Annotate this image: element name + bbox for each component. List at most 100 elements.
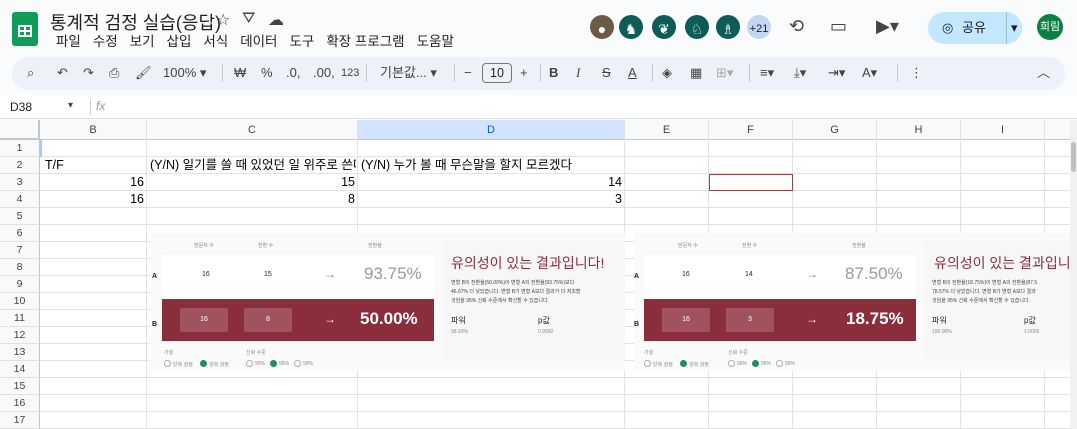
increase-decimal-button[interactable]: .00, [313, 64, 335, 82]
document-title[interactable]: 통계적 검정 실습(응답) [50, 9, 221, 35]
row-header[interactable]: 6 [0, 225, 40, 242]
collaborator-avatar[interactable]: ❦ [650, 13, 678, 41]
select-all-corner[interactable] [0, 120, 40, 140]
row-header[interactable]: 7 [0, 242, 40, 259]
confidence-99-radio[interactable] [776, 360, 783, 367]
row-header[interactable]: 3 [0, 174, 40, 191]
spreadsheet-grid[interactable]: B C D E F G H I 1 2 3 4 5 6 7 8 9 10 11 12 13 14 15 16 1… [0, 120, 1070, 429]
column-header-i[interactable]: I [961, 120, 1045, 140]
row-header[interactable]: 4 [0, 191, 40, 208]
one-tailed-radio[interactable] [164, 360, 171, 367]
redo-icon[interactable]: ↷ [83, 64, 94, 82]
cell-b3[interactable]: 16 [40, 174, 144, 191]
menu-extensions[interactable]: 확장 프로그램 [320, 33, 410, 51]
italic-icon[interactable]: I [576, 64, 580, 82]
move-icon[interactable]: ⛛ [242, 10, 255, 28]
bold-icon[interactable]: B [549, 64, 558, 82]
share-button[interactable]: ◎ 공유 ▾ [928, 12, 1022, 44]
search-menus-icon[interactable]: ⌕ [27, 64, 34, 82]
column-header-j[interactable] [1045, 120, 1070, 140]
column-header-e[interactable]: E [625, 120, 709, 140]
cloud-status-icon[interactable]: ☁ [268, 10, 284, 30]
row-header[interactable]: 1 [0, 140, 40, 157]
menu-tools[interactable]: 도구 [283, 33, 320, 51]
cell-b2[interactable]: T/F [45, 157, 64, 174]
strikethrough-icon[interactable]: S [602, 64, 611, 82]
row-header[interactable]: 2 [0, 157, 40, 174]
menu-format[interactable]: 서식 [197, 33, 234, 51]
collaborator-avatar[interactable]: ♞ [617, 13, 645, 41]
collaborator-avatar[interactable]: ● [588, 13, 616, 41]
decrease-decimal-button[interactable]: .0, [286, 64, 300, 82]
ab-test-image-2[interactable]: 방문자 수 전환 수 전환율 A 16 14 → 87.50% B 16 3 →… [634, 233, 1070, 371]
row-header[interactable]: 12 [0, 327, 40, 344]
vertical-scrollbar[interactable] [1070, 120, 1077, 429]
text-wrapping-icon[interactable]: ⇥▾ [828, 64, 845, 82]
vertical-align-icon[interactable]: ⤓▾ [794, 64, 806, 82]
highlighted-cell-f3[interactable] [709, 174, 793, 191]
fill-color-icon[interactable]: ◈ [662, 64, 672, 82]
row-header[interactable]: 13 [0, 344, 40, 361]
text-rotation-icon[interactable]: A▾ [862, 64, 877, 82]
row-header[interactable]: 14 [0, 361, 40, 378]
borders-icon[interactable]: ▦ [690, 64, 702, 82]
row-header[interactable]: 16 [0, 395, 40, 412]
meet-icon[interactable]: ▶▾ [876, 16, 899, 37]
row-header[interactable]: 8 [0, 259, 40, 276]
menu-data[interactable]: 데이터 [234, 33, 283, 51]
column-header-g[interactable]: G [793, 120, 877, 140]
column-header-c[interactable]: C [147, 120, 358, 140]
cell-b4[interactable]: 16 [40, 191, 144, 208]
ab-test-image-1[interactable]: 방문자 수 전환 수 전환율 A 16 15 → 93.75% B 16 8 →… [150, 233, 625, 371]
menu-help[interactable]: 도움말 [411, 33, 460, 51]
confidence-95-radio[interactable] [270, 360, 277, 367]
cell-d3[interactable]: 14 [358, 174, 622, 191]
name-box[interactable]: D38 [10, 100, 32, 114]
confidence-90-radio[interactable] [728, 360, 735, 367]
comment-icon[interactable]: ▭ [830, 16, 847, 37]
row-header[interactable]: 5 [0, 208, 40, 225]
row-header[interactable]: 17 [0, 412, 40, 429]
star-icon[interactable]: ☆ [216, 10, 230, 30]
scrollbar-thumb[interactable] [1071, 142, 1076, 172]
collapse-menus-icon[interactable]: ︿ [1037, 64, 1050, 82]
cell-c4[interactable]: 8 [147, 191, 355, 208]
history-icon[interactable]: ⟲ [789, 16, 804, 37]
currency-format-button[interactable]: ₩ [234, 64, 246, 82]
menu-edit[interactable]: 수정 [87, 33, 124, 51]
merge-cells-icon[interactable]: ⊞▾ [716, 64, 733, 82]
print-icon[interactable]: ⎙ [109, 64, 119, 82]
collaborator-avatar[interactable]: ♘ [683, 13, 711, 41]
cell-d4[interactable]: 3 [358, 191, 622, 208]
column-header-d[interactable]: D [358, 120, 625, 140]
paint-format-icon[interactable]: 🖌 [135, 64, 152, 82]
more-collaborators-badge[interactable]: +21 [745, 13, 773, 41]
account-avatar[interactable]: 희림 [1037, 14, 1063, 40]
undo-icon[interactable]: ↶ [57, 64, 68, 82]
increase-font-size-icon[interactable]: + [520, 64, 528, 82]
column-header-b[interactable]: B [40, 120, 147, 140]
two-tailed-radio[interactable] [680, 360, 687, 367]
confidence-95-radio[interactable] [752, 360, 759, 367]
more-formats-button[interactable]: 123 [341, 64, 359, 82]
cell-d2[interactable]: (Y/N) 누가 볼 때 무슨말을 할지 모르겠다 [361, 157, 623, 174]
zoom-select[interactable]: 100% ▾ [163, 64, 206, 82]
row-header[interactable]: 11 [0, 310, 40, 327]
decrease-font-size-icon[interactable]: − [464, 64, 472, 82]
row-header[interactable]: 9 [0, 276, 40, 293]
menu-view[interactable]: 보기 [124, 33, 161, 51]
menu-insert[interactable]: 삽입 [161, 33, 198, 51]
font-select[interactable]: 기본값... ▾ [380, 64, 437, 82]
collaborator-avatar[interactable]: ♗ [714, 13, 742, 41]
confidence-99-radio[interactable] [294, 360, 301, 367]
column-header-h[interactable]: H [877, 120, 961, 140]
name-box-dropdown-icon[interactable]: ▾ [68, 100, 73, 111]
cell-c3[interactable]: 15 [147, 174, 355, 191]
more-options-icon[interactable]: ⋮ [910, 64, 923, 82]
one-tailed-radio[interactable] [644, 360, 651, 367]
sheets-logo-icon[interactable] [12, 12, 38, 46]
two-tailed-radio[interactable] [200, 360, 207, 367]
percent-format-button[interactable]: % [261, 64, 273, 82]
horizontal-align-icon[interactable]: ≡▾ [760, 64, 774, 82]
text-color-icon[interactable]: A [628, 64, 637, 82]
